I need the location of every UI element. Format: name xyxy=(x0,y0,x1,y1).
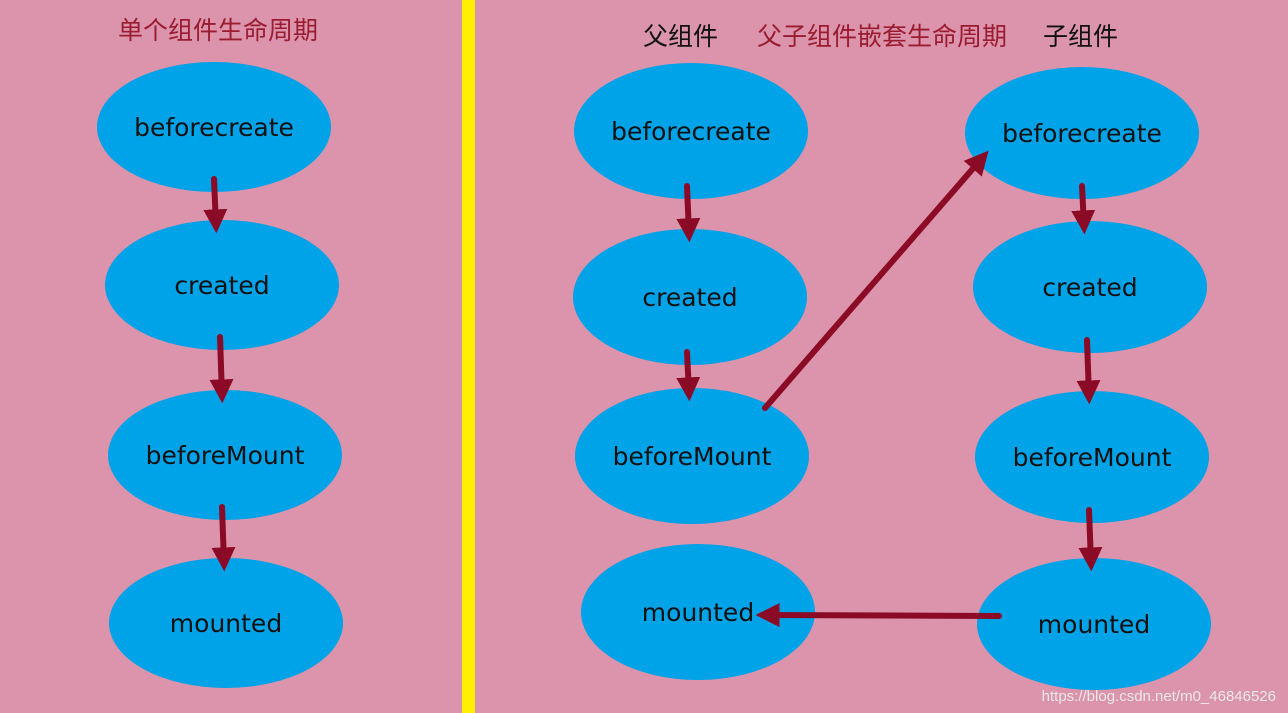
arrow-c-mounted-to-p-mounted xyxy=(755,603,1002,628)
node-label: mounted xyxy=(642,598,754,627)
node-label: created xyxy=(642,283,737,312)
node-c-mounted: mounted xyxy=(977,558,1211,690)
lifecycle-diagram: 单个组件生命周期 父组件 父子组件嵌套生命周期 子组件 beforecreate… xyxy=(0,0,1288,713)
arrow-s-beforemount-to-s-mounted xyxy=(211,504,236,572)
flow-svg: beforecreate created beforeMount mounted bef… xyxy=(97,62,1211,690)
node-c-created: created xyxy=(973,221,1207,353)
node-s-beforemount: beforeMount xyxy=(108,390,342,520)
arrow-c-beforecreate-to-c-created xyxy=(1071,183,1096,235)
node-s-created: created xyxy=(105,220,339,350)
node-s-mounted: mounted xyxy=(109,558,343,688)
node-label: beforeMount xyxy=(613,442,772,471)
node-label: created xyxy=(1042,273,1137,302)
node-label: mounted xyxy=(1038,610,1150,639)
arrow-c-created-to-c-beforemount xyxy=(1076,337,1101,405)
watermark: https://blog.csdn.net/m0_46846526 xyxy=(1041,688,1276,705)
node-p-beforemount: beforeMount xyxy=(575,388,809,524)
node-label: beforeMount xyxy=(146,441,305,470)
arrow-p-beforecreate-to-p-created xyxy=(676,183,701,243)
node-p-mounted: mounted xyxy=(581,544,815,680)
arrow-c-beforemount-to-c-mounted xyxy=(1078,507,1103,572)
node-label: beforecreate xyxy=(134,113,294,142)
node-p-created: created xyxy=(573,229,807,365)
arrow-s-beforecreate-to-s-created xyxy=(203,176,228,234)
arrow-s-created-to-s-beforemount xyxy=(209,334,234,404)
node-label: beforeMount xyxy=(1013,443,1172,472)
node-label: mounted xyxy=(170,609,282,638)
node-label: beforecreate xyxy=(611,117,771,146)
node-p-beforecreate: beforecreate xyxy=(574,63,808,199)
node-label: created xyxy=(174,271,269,300)
node-c-beforemount: beforeMount xyxy=(975,391,1209,523)
node-s-beforecreate: beforecreate xyxy=(97,62,331,192)
arrow-p-created-to-p-beforemount xyxy=(676,349,701,402)
node-label: beforecreate xyxy=(1002,119,1162,148)
node-c-beforecreate: beforecreate xyxy=(965,67,1199,199)
